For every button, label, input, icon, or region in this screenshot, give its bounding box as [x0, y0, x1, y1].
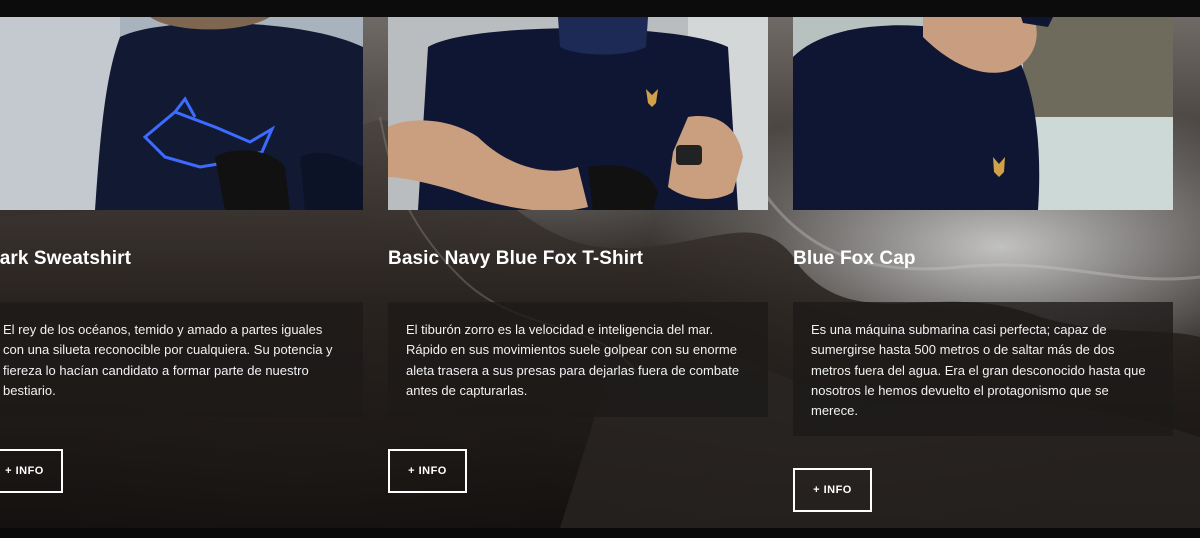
- product-title[interactable]: Blue Fox Cap: [793, 248, 916, 270]
- product-description-box: Es una máquina submarina casi perfecta; …: [793, 302, 1173, 436]
- product-photo-shark-sweatshirt[interactable]: [0, 17, 363, 210]
- product-photo-fox-tshirt[interactable]: [388, 17, 768, 210]
- photo-illustration: [793, 17, 1173, 210]
- product-description-box: El rey de los océanos, temido y amado a …: [0, 302, 363, 417]
- info-button[interactable]: + INFO: [0, 449, 63, 493]
- product-description: Es una máquina submarina casi perfecta; …: [811, 322, 1146, 419]
- product-title[interactable]: hark Sweatshirt: [0, 248, 131, 270]
- photo-illustration: [0, 17, 363, 210]
- product-description: El rey de los océanos, temido y amado a …: [3, 322, 333, 398]
- photo-illustration: [388, 17, 768, 210]
- info-button[interactable]: + INFO: [793, 468, 872, 512]
- info-button[interactable]: + INFO: [388, 449, 467, 493]
- product-description: El tiburón zorro es la velocidad e intel…: [406, 322, 740, 398]
- bottom-bar: [0, 528, 1200, 538]
- product-description-box: El tiburón zorro es la velocidad e intel…: [388, 302, 768, 417]
- product-photo-fox-cap[interactable]: [793, 17, 1173, 210]
- product-title[interactable]: Basic Navy Blue Fox T-Shirt: [388, 248, 643, 270]
- top-bar: [0, 0, 1200, 17]
